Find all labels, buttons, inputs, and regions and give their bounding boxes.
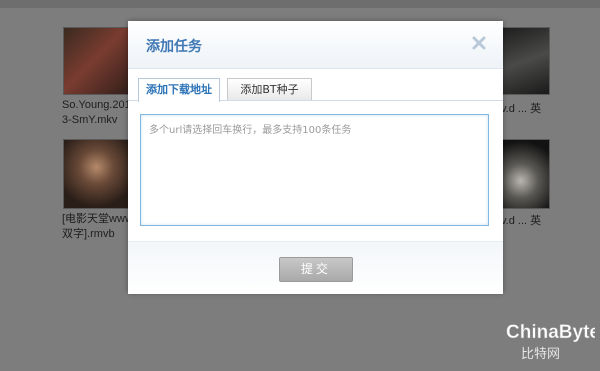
video-filename-line: [电影天堂www: [62, 213, 133, 225]
url-textarea-placeholder: 多个url请选择回车换行，最多支持100条任务: [149, 125, 352, 136]
video-filename-line: 双字].rmvb: [62, 228, 115, 240]
video-filename[interactable]: v.d ... 英: [501, 100, 541, 116]
dialog-header: 添加任务: [128, 21, 503, 69]
video-filename[interactable]: [电影天堂www 双字].rmvb: [62, 212, 133, 242]
video-thumbnail[interactable]: [63, 27, 137, 95]
add-task-dialog: 添加任务 添加下载地址 添加BT种子 多个url请选择回车换行，最多支持100条…: [128, 21, 503, 294]
video-filename[interactable]: So.Young.201 3-SmY.mkv: [62, 98, 131, 128]
video-thumbnail[interactable]: [501, 27, 550, 95]
dialog-title: 添加任务: [146, 39, 202, 55]
submit-button[interactable]: 提交: [279, 257, 353, 282]
tab-add-bt-seed[interactable]: 添加BT种子: [227, 78, 312, 100]
video-filename[interactable]: v.d ... 英: [501, 212, 541, 228]
video-thumbnail[interactable]: [501, 139, 550, 209]
close-icon[interactable]: [470, 34, 488, 52]
video-filename-line: 3-SmY.mkv: [62, 114, 118, 126]
svg-text:比特网: 比特网: [521, 347, 560, 362]
svg-text:ChinaByte: ChinaByte: [506, 322, 595, 343]
video-filename-line: So.Young.201: [62, 99, 131, 111]
tab-add-download-url[interactable]: 添加下载地址: [138, 78, 220, 102]
url-textarea[interactable]: 多个url请选择回车换行，最多支持100条任务: [140, 114, 489, 226]
top-strip: [0, 0, 600, 8]
video-thumbnail[interactable]: [63, 139, 137, 209]
chinabyte-watermark-logo: ChinaByte 比特网: [506, 322, 595, 362]
